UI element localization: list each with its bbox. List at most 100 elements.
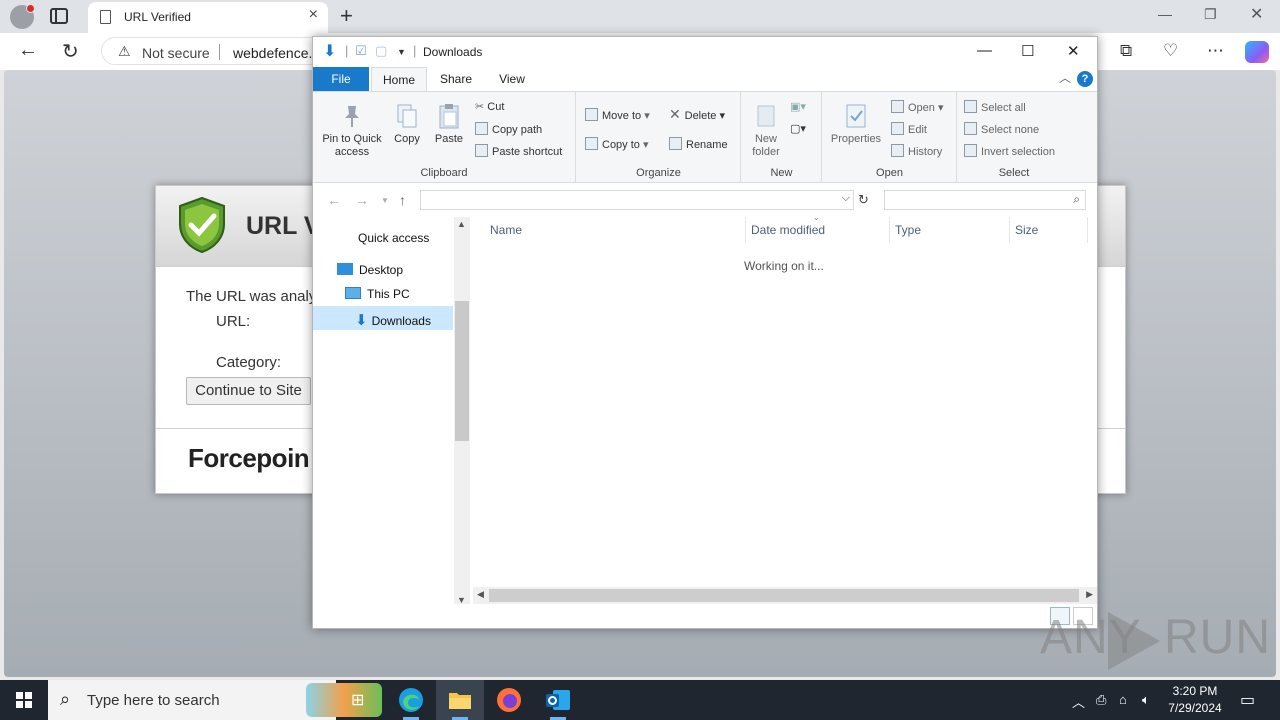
minimize-button[interactable]: — <box>1158 6 1172 22</box>
new-tab-button[interactable]: + <box>340 3 353 29</box>
continue-to-site-button[interactable]: Continue to Site <box>186 377 311 405</box>
column-type[interactable]: Type <box>895 223 921 237</box>
tab-close-icon[interactable]: × <box>309 6 318 24</box>
url-text[interactable]: webdefence.g <box>233 45 320 61</box>
volume-icon[interactable]: 🔈︎ <box>1142 692 1150 708</box>
taskbar-firefox[interactable] <box>485 680 533 720</box>
forward-arrow-icon[interactable]: → <box>355 192 369 208</box>
copy-button[interactable]: Copy <box>389 102 425 146</box>
explorer-refresh-icon[interactable]: ↻ <box>858 192 869 208</box>
copy-path-button[interactable]: Copy path <box>475 122 542 136</box>
security-label[interactable]: Not secure <box>142 45 210 61</box>
collections-icon[interactable]: ⧉ <box>1120 41 1132 61</box>
select-none-icon <box>964 122 977 135</box>
restore-button[interactable]: ❐ <box>1204 6 1217 23</box>
pin-icon <box>345 106 359 127</box>
explorer-titlebar: ⬇ | ☑ ▢ ▼ | Downloads — ☐ ✕ <box>313 37 1097 67</box>
nav-downloads[interactable]: ⬇ Downloads <box>355 311 431 329</box>
more-menu-icon[interactable]: ⋯ <box>1207 41 1224 61</box>
move-to-button[interactable]: Move to ▾ <box>585 108 650 122</box>
qat-dropdown-icon[interactable]: ▼ <box>397 47 406 57</box>
tab-view[interactable]: View <box>487 67 537 91</box>
delete-dropdown-icon: ▾ <box>716 110 725 122</box>
open-group-label: Open <box>876 167 903 179</box>
nav-scroll-thumb[interactable] <box>455 301 469 441</box>
explorer-path-field[interactable]: ⌵ <box>420 190 854 210</box>
column-date-modified[interactable]: Date modified <box>751 223 825 237</box>
outlook-icon <box>546 690 570 710</box>
profile-avatar[interactable] <box>10 4 35 29</box>
cut-button[interactable]: ✂ Cut <box>475 100 504 113</box>
nav-scrollbar[interactable]: ▲ ▼ <box>454 217 470 607</box>
recent-locations-icon[interactable]: ▼ <box>381 196 389 205</box>
properties-qat-icon[interactable]: ☑ <box>355 43 367 59</box>
explorer-search-field[interactable]: ⌕ <box>884 190 1086 210</box>
new-folder-qat-icon[interactable]: ▢ <box>375 43 387 59</box>
pin-quick-access-button[interactable]: Pin to Quick access <box>319 102 385 159</box>
path-dropdown-icon[interactable]: ⌵ <box>842 192 850 205</box>
tab-home[interactable]: Home <box>371 67 427 91</box>
column-separator[interactable] <box>889 217 890 243</box>
explorer-maximize-button[interactable]: ☐ <box>1021 42 1034 60</box>
system-clock[interactable]: 3:20 PM 7/29/2024 <box>1162 683 1228 717</box>
title-separator: | <box>413 43 417 58</box>
horizontal-scroll-thumb[interactable] <box>489 589 1079 602</box>
device-icon[interactable]: ⎙ <box>1096 692 1106 708</box>
notifications-icon[interactable]: ▭ <box>1240 690 1255 710</box>
select-none-button[interactable]: Select none <box>964 122 1039 136</box>
sort-indicator-icon: ⌄ <box>813 213 820 222</box>
delete-label: Delete <box>684 110 717 122</box>
show-hidden-icons[interactable]: ︿ <box>1072 692 1085 711</box>
taskbar-file-explorer[interactable] <box>436 680 484 720</box>
new-folder-button[interactable]: New folder <box>746 102 786 159</box>
new-item-icon[interactable]: ▣▾ <box>790 100 806 113</box>
column-separator[interactable] <box>745 217 746 243</box>
open-button[interactable]: Open ▾ <box>891 100 944 114</box>
delete-button[interactable]: ✕ Delete ▾ <box>669 106 725 123</box>
column-separator[interactable] <box>1087 217 1088 243</box>
nav-quick-access[interactable]: Quick access <box>358 231 429 245</box>
easy-access-icon[interactable]: ▢▾ <box>790 122 806 135</box>
new-group: New folder ▣▾ ▢▾ New <box>742 92 822 182</box>
explorer-close-button[interactable]: ✕ <box>1067 42 1080 60</box>
column-size[interactable]: Size <box>1015 223 1038 237</box>
scroll-up-icon[interactable]: ▲ <box>457 219 466 229</box>
refresh-button[interactable]: ↻ <box>62 39 79 64</box>
select-all-button[interactable]: Select all <box>964 100 1026 114</box>
column-separator[interactable] <box>1009 217 1010 243</box>
tab-share[interactable]: Share <box>431 67 481 91</box>
horizontal-scrollbar[interactable]: ◀ ▶ <box>473 587 1097 604</box>
invert-selection-button[interactable]: Invert selection <box>964 144 1055 158</box>
address-bar[interactable]: ⚠ Not secure webdefence.g <box>101 37 341 65</box>
scroll-left-icon[interactable]: ◀ <box>477 589 484 600</box>
edit-button[interactable]: Edit <box>891 122 927 136</box>
explorer-minimize-button[interactable]: — <box>977 42 992 59</box>
history-button[interactable]: History <box>891 144 942 158</box>
paste-button[interactable]: Paste <box>431 102 467 146</box>
tab-actions-icon[interactable] <box>50 8 68 24</box>
browser-tab[interactable]: URL Verified × <box>88 2 328 33</box>
taskbar-edge[interactable] <box>387 680 435 720</box>
collapse-ribbon-icon[interactable]: ︿ <box>1059 69 1071 86</box>
back-button[interactable]: ← <box>18 39 38 62</box>
browser-essentials-icon[interactable]: ♡ <box>1163 41 1178 61</box>
copy-to-button[interactable]: Copy to ▾ <box>585 137 649 151</box>
copilot-icon[interactable] <box>1245 41 1269 63</box>
close-window-button[interactable]: ✕ <box>1250 4 1263 24</box>
up-arrow-icon[interactable]: ↑ <box>399 192 406 208</box>
nav-desktop[interactable]: Desktop <box>337 263 403 277</box>
taskbar-outlook[interactable] <box>534 680 582 720</box>
scroll-right-icon[interactable]: ▶ <box>1086 589 1093 600</box>
rename-button[interactable]: Rename <box>669 137 728 151</box>
start-button[interactable] <box>16 692 32 708</box>
network-icon[interactable]: ⌂ <box>1119 692 1127 707</box>
taskbar-search-box[interactable]: ⌕ Type here to search <box>48 680 382 720</box>
task-view-button[interactable]: ⊞ <box>337 680 385 720</box>
column-name[interactable]: Name <box>490 223 522 237</box>
nav-this-pc[interactable]: This PC <box>345 287 410 301</box>
tab-file[interactable]: File <box>313 67 369 91</box>
paste-shortcut-button[interactable]: Paste shortcut <box>475 144 562 158</box>
properties-button[interactable]: Properties <box>827 102 885 146</box>
back-arrow-icon[interactable]: ← <box>327 192 341 208</box>
help-button[interactable]: ? <box>1077 71 1093 87</box>
